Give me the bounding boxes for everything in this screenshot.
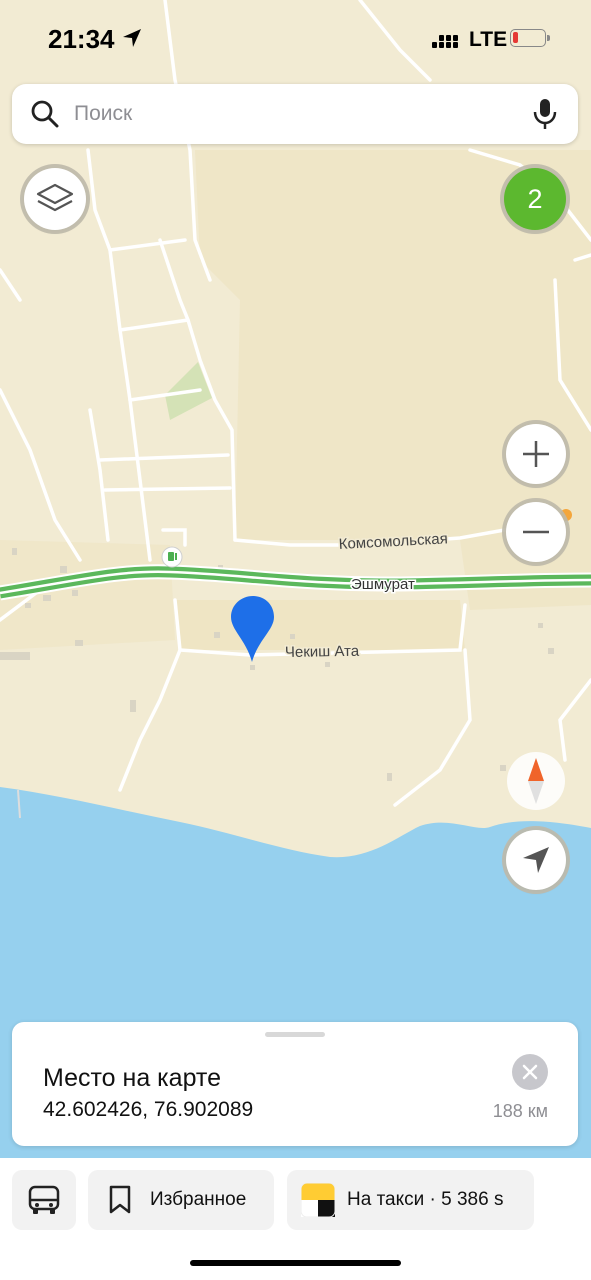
compass-icon	[528, 758, 544, 804]
battery-icon	[510, 29, 550, 47]
transport-button[interactable]	[12, 1170, 76, 1230]
place-distance: 188 км	[492, 1101, 548, 1121]
navigate-icon	[523, 847, 549, 873]
bus-icon	[28, 1185, 60, 1214]
minus-icon	[523, 530, 549, 534]
layers-button[interactable]	[24, 168, 86, 230]
mic-icon[interactable]	[532, 98, 558, 130]
street-label-chekish-ata: Чекиш Ата	[285, 643, 360, 661]
search-icon	[31, 100, 59, 128]
notification-badge[interactable]: 2	[504, 168, 566, 230]
compass-button[interactable]	[507, 752, 565, 810]
my-location-button[interactable]	[506, 830, 566, 890]
place-coordinates: 42.602426, 76.902089	[43, 1098, 254, 1121]
street-label-eshmurat: Эшмурат	[351, 576, 415, 593]
zoom-in-button[interactable]	[506, 424, 566, 484]
fuel-icon[interactable]	[161, 546, 183, 568]
plus-icon	[523, 441, 549, 467]
bottom-action-bar: Избранное На такси · 5 386 s	[0, 1158, 591, 1280]
home-indicator[interactable]	[190, 1260, 401, 1266]
zoom-out-button[interactable]	[506, 502, 566, 562]
network-type: LTE	[469, 28, 508, 51]
status-bar: 21:34 LTE	[0, 0, 591, 80]
search-input[interactable]: Поиск	[74, 102, 132, 126]
taxi-icon	[301, 1183, 335, 1217]
drag-handle[interactable]	[265, 1032, 325, 1037]
taxi-button[interactable]: На такси · 5 386 s	[287, 1170, 534, 1230]
bookmark-icon	[109, 1185, 131, 1214]
taxi-label: На такси · 5 386 s	[347, 1189, 504, 1210]
search-bar[interactable]: Поиск	[12, 84, 578, 144]
layers-icon	[36, 183, 74, 212]
favorites-button[interactable]: Избранное	[88, 1170, 274, 1230]
place-card[interactable]: Место на карте 42.602426, 76.902089 188 …	[12, 1022, 578, 1146]
close-icon	[522, 1064, 538, 1080]
location-arrow-icon	[123, 29, 141, 47]
status-time: 21:34	[48, 24, 115, 54]
signal-icon	[432, 35, 458, 48]
place-title: Место на карте	[43, 1064, 222, 1092]
close-button[interactable]	[512, 1054, 548, 1090]
favorites-label: Избранное	[150, 1189, 247, 1210]
